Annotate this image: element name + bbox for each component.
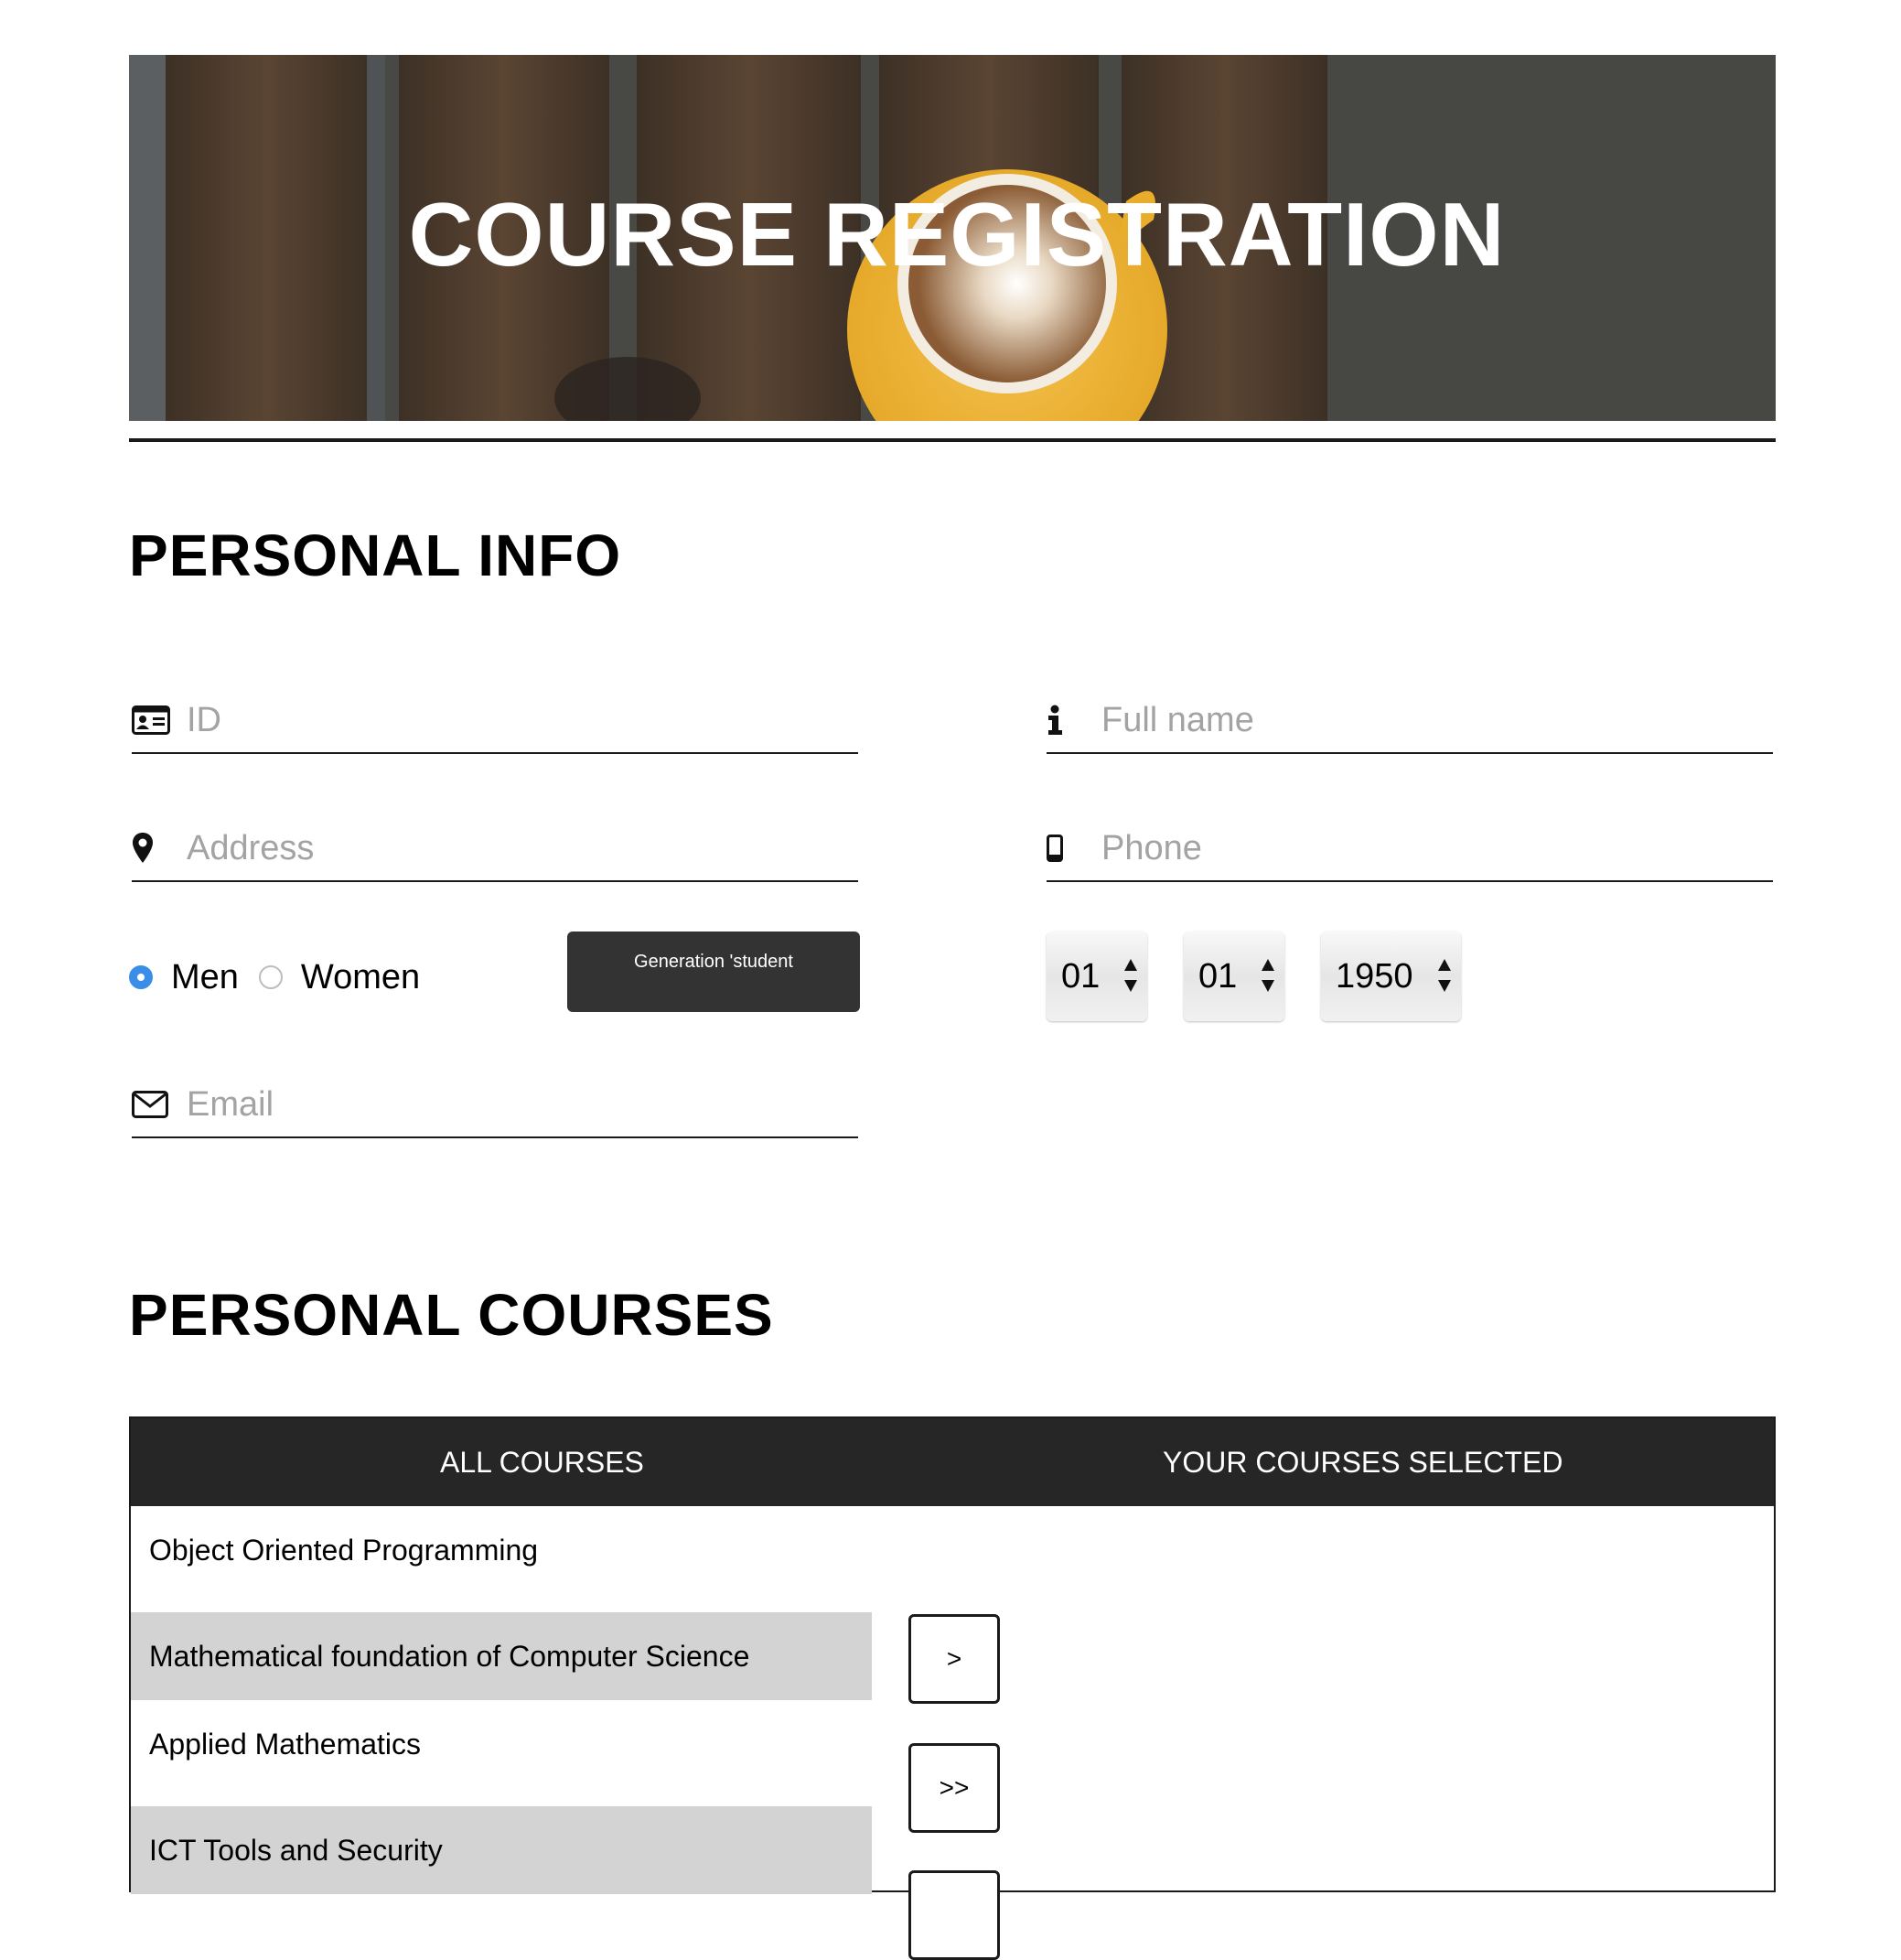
id-card-icon xyxy=(132,697,177,743)
full-name-input[interactable] xyxy=(1101,700,1742,740)
address-field[interactable] xyxy=(132,816,858,882)
info-icon xyxy=(1047,697,1092,743)
phone-field[interactable] xyxy=(1047,816,1773,882)
spinner-arrows-icon xyxy=(1124,959,1137,992)
birth-year-select[interactable]: 1950 xyxy=(1321,932,1461,1021)
header-divider xyxy=(129,438,1776,442)
spinner-arrows-icon xyxy=(1438,959,1451,992)
email-field[interactable] xyxy=(132,1072,858,1138)
map-marker-icon xyxy=(132,825,177,871)
email-input[interactable] xyxy=(187,1084,827,1125)
gender-women-label: Women xyxy=(300,957,421,996)
gender-women-radio[interactable] xyxy=(258,965,283,989)
course-list-item[interactable]: ICT Tools and Security xyxy=(131,1806,872,1894)
full-name-field[interactable] xyxy=(1047,688,1773,754)
mobile-phone-icon xyxy=(1047,825,1092,871)
move-selected-button[interactable]: > xyxy=(908,1614,1000,1704)
gender-radio-group: Men Women xyxy=(129,952,420,1003)
personal-info-heading: PERSONAL INFO xyxy=(129,522,622,588)
envelope-icon xyxy=(132,1082,177,1127)
move-button-partial[interactable] xyxy=(908,1870,1000,1960)
selected-courses-column-header: YOUR COURSES SELECTED xyxy=(1163,1446,1563,1479)
all-courses-column-header: ALL COURSES xyxy=(440,1446,644,1479)
page-title: COURSE REGISTRATION xyxy=(408,183,1506,285)
birth-month-value: 01 xyxy=(1198,956,1238,996)
header-banner: COURSE REGISTRATION xyxy=(129,55,1776,421)
id-field[interactable] xyxy=(132,688,858,754)
generate-student-button[interactable]: Generation 'student xyxy=(567,932,860,1012)
courses-table: ALL COURSES YOUR COURSES SELECTED Object… xyxy=(129,1416,1776,1960)
address-input[interactable] xyxy=(187,828,827,868)
id-input[interactable] xyxy=(187,700,827,740)
course-list-item[interactable]: Mathematical foundation of Computer Scie… xyxy=(131,1612,872,1700)
course-list-item[interactable]: Object Oriented Programming xyxy=(131,1506,872,1594)
birth-month-select[interactable]: 01 xyxy=(1184,932,1284,1021)
birth-day-value: 01 xyxy=(1061,956,1101,996)
courses-table-header: ALL COURSES YOUR COURSES SELECTED xyxy=(131,1418,1774,1506)
move-all-button[interactable]: >> xyxy=(908,1743,1000,1833)
personal-courses-heading: PERSONAL COURSES xyxy=(129,1282,774,1348)
birth-day-select[interactable]: 01 xyxy=(1047,932,1147,1021)
gender-men-label: Men xyxy=(171,957,239,996)
course-list-item[interactable]: Applied Mathematics xyxy=(131,1700,872,1788)
spinner-arrows-icon xyxy=(1262,959,1274,992)
gender-men-radio[interactable] xyxy=(129,965,153,989)
birth-year-value: 1950 xyxy=(1336,956,1413,996)
phone-input[interactable] xyxy=(1101,828,1742,868)
